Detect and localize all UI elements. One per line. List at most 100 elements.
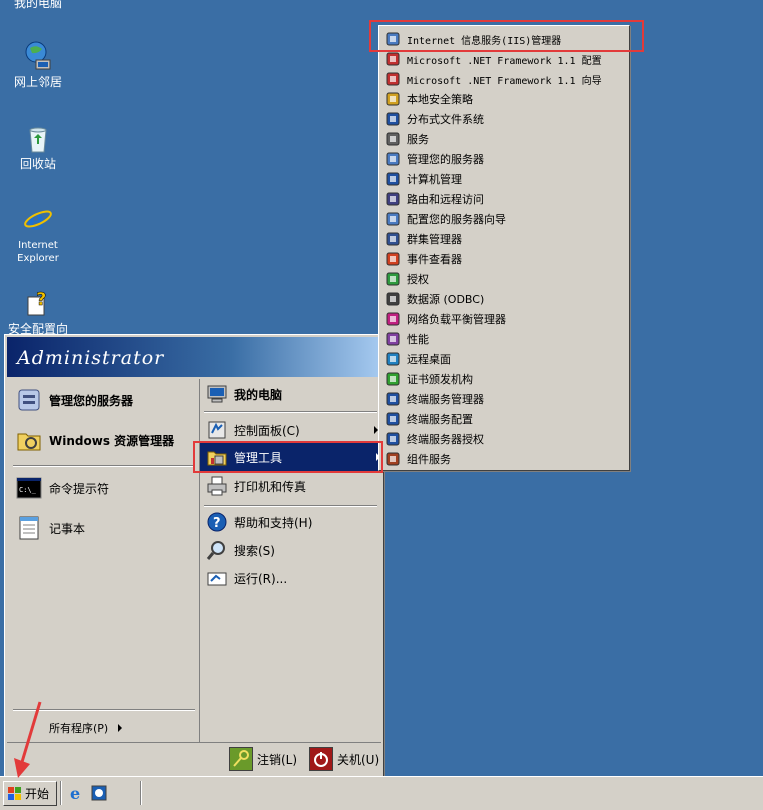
component-services-icon (385, 451, 401, 467)
submenu-item-label: 远程桌面 (407, 353, 451, 366)
cmd-icon: C:\_ (15, 474, 43, 502)
start-menu-left-pane: 管理您的服务器 Windows 资源管理器 C:\_ 命令提示符 记事本 所有程… (7, 379, 199, 743)
menu-run[interactable]: 运行(R)... (206, 563, 287, 593)
desktop-icon-security-wizard[interactable]: ? 安全配置向 (1, 287, 75, 336)
svg-text:C:\_: C:\_ (19, 486, 37, 494)
menu-my-computer[interactable]: 我的电脑 (206, 379, 282, 409)
dotnet-wizard-icon (385, 71, 401, 87)
desktop-icon-label: 网上邻居 (13, 75, 62, 89)
submenu-item[interactable]: 计算机管理 (381, 169, 627, 189)
menu-search[interactable]: 搜索(S) (206, 535, 275, 565)
submenu-item[interactable]: 管理您的服务器 (381, 149, 627, 169)
submenu-item[interactable]: 证书颁发机构 (381, 369, 627, 389)
pinned-windows-explorer[interactable]: Windows 资源管理器 (15, 425, 174, 455)
performance-icon (385, 331, 401, 347)
explorer-icon (15, 426, 43, 454)
submenu-item-label: 授权 (407, 273, 429, 286)
dfs-icon (385, 111, 401, 127)
submenu-item[interactable]: 终端服务配置 (381, 409, 627, 429)
recent-cmd[interactable]: C:\_ 命令提示符 (15, 473, 109, 503)
taskbar: 开始 e (0, 776, 763, 810)
menu-item-label: 管理您的服务器 (49, 393, 134, 408)
submenu-item-label: 证书颁发机构 (407, 373, 473, 386)
submenu-item-label: 性能 (407, 333, 429, 346)
submenu-item[interactable]: 分布式文件系统 (381, 109, 627, 129)
run-icon (206, 567, 228, 589)
menu-item-label: Windows 资源管理器 (49, 433, 175, 448)
shutdown-button[interactable]: 关机(U) (309, 747, 379, 771)
submenu-item[interactable]: 服务 (381, 129, 627, 149)
start-menu-right-pane: 我的电脑 控制面板(C) 管理工具 打印机和传真 ? 帮助和支持(H) 搜索(S… (199, 379, 384, 743)
pinned-manage-server[interactable]: 管理您的服务器 (15, 385, 133, 415)
submenu-item-label: 网络负载平衡管理器 (407, 313, 506, 326)
recycle-bin-icon (22, 122, 54, 154)
cluster-icon (385, 231, 401, 247)
quicklaunch-ie-icon[interactable]: e (68, 784, 86, 803)
search-icon (206, 539, 228, 561)
ts-manager-icon (385, 391, 401, 407)
submenu-item-label: 分布式文件系统 (407, 113, 484, 126)
odbc-icon (385, 291, 401, 307)
submenu-item[interactable]: 数据源 (ODBC) (381, 289, 627, 309)
key-icon (229, 747, 253, 771)
ie-icon: e (22, 203, 54, 236)
submenu-item-label: 服务 (407, 133, 429, 146)
separator (204, 411, 377, 413)
menu-printers[interactable]: 打印机和传真 (206, 471, 306, 501)
desktop-icon-ie[interactable]: e Internet Explorer (1, 203, 75, 265)
logoff-button[interactable]: 注销(L) (229, 747, 297, 771)
desktop-icon-network-places[interactable]: 网上邻居 (1, 40, 75, 89)
submenu-item[interactable]: 网络负载平衡管理器 (381, 309, 627, 329)
desktop-icon-recycle-bin[interactable]: 回收站 (1, 122, 75, 171)
submenu-item[interactable]: Microsoft .NET Framework 1.1 向导 (381, 69, 627, 89)
menu-item-label: 记事本 (49, 521, 86, 536)
highlight-admin-tools (193, 441, 383, 473)
submenu-item[interactable]: 配置您的服务器向导 (381, 209, 627, 229)
desktop-label-my-computer: 我的电脑 (14, 0, 63, 10)
logoff-label: 注销(L) (257, 752, 298, 767)
submenu-item[interactable]: 终端服务管理器 (381, 389, 627, 409)
quicklaunch-desktop-icon[interactable] (90, 784, 108, 802)
submenu-item-label: 终端服务管理器 (407, 393, 484, 406)
submenu-item-label: 本地安全策略 (407, 93, 473, 106)
start-menu-header: Administrator (7, 337, 381, 377)
submenu-item-label: 路由和远程访问 (407, 193, 484, 206)
manage-server-icon (385, 151, 401, 167)
submenu-item[interactable]: 性能 (381, 329, 627, 349)
start-menu: Administrator 管理您的服务器 Windows 资源管理器 C:\_… (4, 334, 384, 778)
chevron-right-icon (118, 724, 123, 732)
submenu-item[interactable]: 事件查看器 (381, 249, 627, 269)
submenu-item[interactable]: 群集管理器 (381, 229, 627, 249)
highlight-iis-item (369, 20, 644, 52)
submenu-item-label: 事件查看器 (407, 253, 462, 266)
start-button[interactable]: 开始 (3, 781, 57, 806)
menu-help[interactable]: ? 帮助和支持(H) (206, 507, 312, 537)
submenu-item[interactable]: 远程桌面 (381, 349, 627, 369)
submenu-item-label: 计算机管理 (407, 173, 462, 186)
network-places-icon (22, 40, 54, 72)
submenu-item[interactable]: 组件服务 (381, 449, 627, 469)
submenu-item-label: Microsoft .NET Framework 1.1 向导 (407, 75, 602, 87)
configure-server-icon (385, 211, 401, 227)
services-icon (385, 131, 401, 147)
all-programs[interactable]: 所有程序(P) (49, 713, 149, 743)
submenu-item[interactable]: 本地安全策略 (381, 89, 627, 109)
recent-notepad[interactable]: 记事本 (15, 513, 85, 543)
submenu-item[interactable]: Microsoft .NET Framework 1.1 配置 (381, 49, 627, 69)
submenu-item[interactable]: 授权 (381, 269, 627, 289)
menu-item-label: 搜索(S) (234, 543, 275, 558)
submenu-item[interactable]: 终端服务器授权 (381, 429, 627, 449)
user-name: Administrator (17, 347, 165, 369)
start-menu-footer: 注销(L) 关机(U) (7, 742, 381, 775)
svg-text:e: e (70, 784, 80, 802)
windows-logo-icon (8, 786, 22, 801)
printer-icon (206, 475, 228, 497)
menu-item-label: 控制面板(C) (234, 423, 300, 438)
dotnet-config-icon (385, 51, 401, 67)
submenu-item[interactable]: 路由和远程访问 (381, 189, 627, 209)
submenu-item-label: 数据源 (ODBC) (407, 293, 485, 306)
certificate-icon (385, 371, 401, 387)
ts-config-icon (385, 411, 401, 427)
power-icon (309, 747, 333, 771)
notepad-icon (15, 514, 43, 542)
